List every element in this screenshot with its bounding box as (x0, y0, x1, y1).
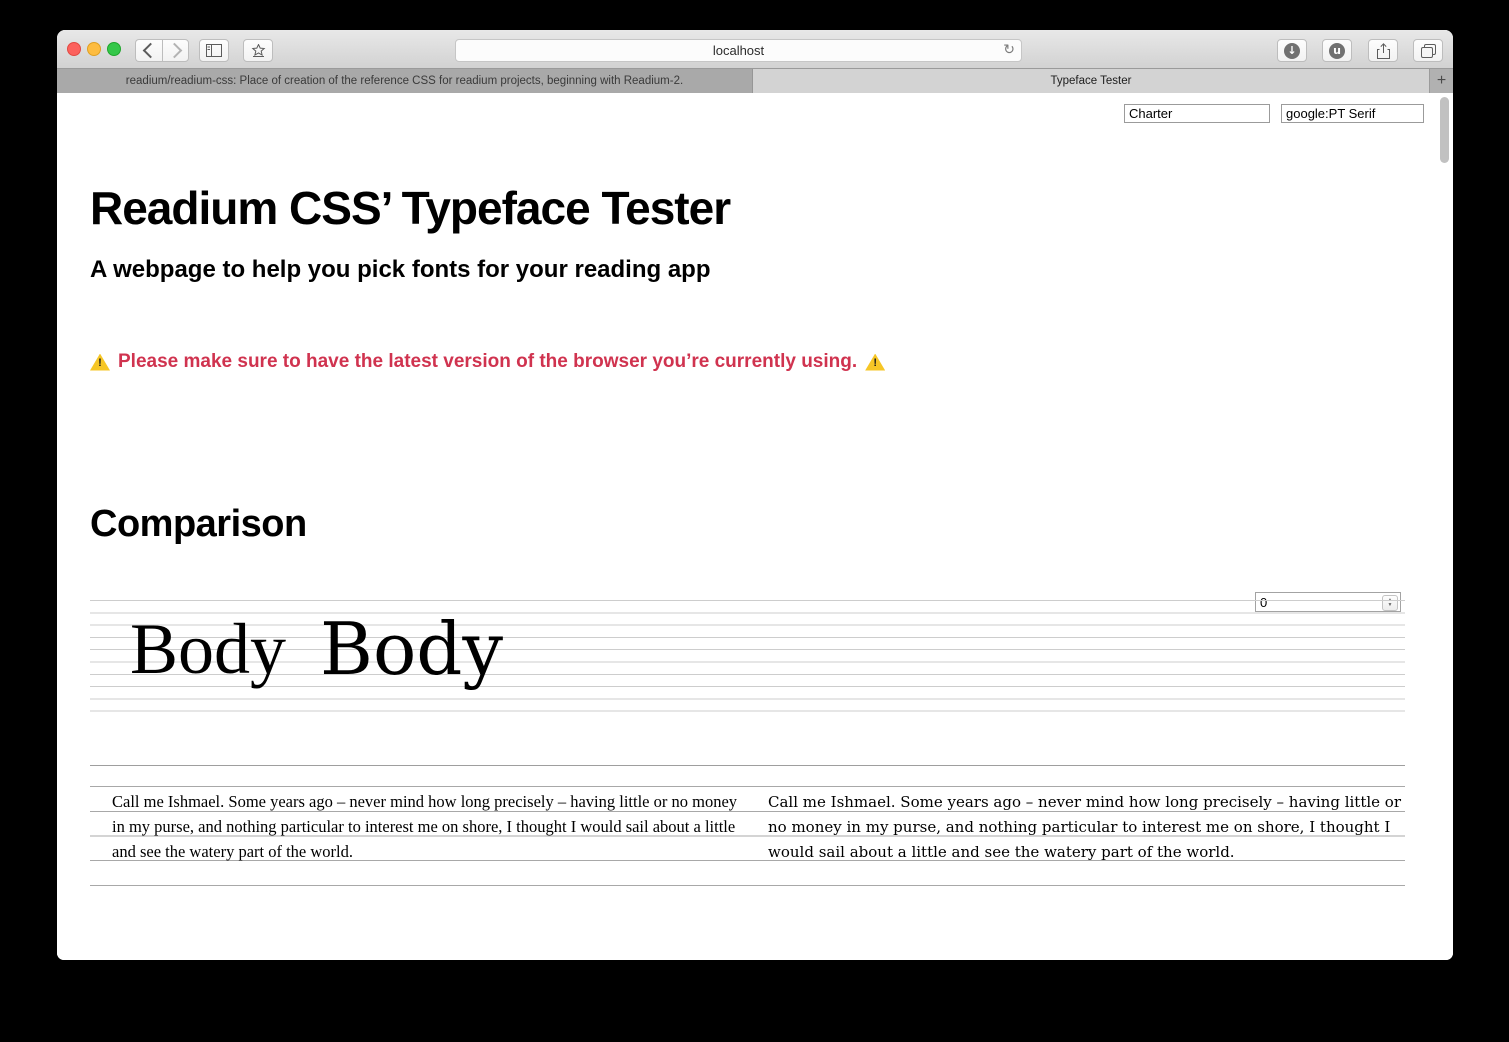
sample-paragraph-right: Call me Ishmael. Some years ago – never … (768, 793, 1401, 861)
address-bar[interactable]: localhost ↻ (455, 39, 1022, 62)
scrollbar-thumb[interactable] (1440, 97, 1449, 163)
url-text: localhost (712, 43, 765, 58)
share-icon (1376, 42, 1390, 59)
tab-readium-css[interactable]: readium/readium-css: Place of creation o… (57, 69, 753, 93)
top-sites-button[interactable] (243, 39, 273, 62)
warning-triangle-icon (90, 353, 110, 371)
font-input-left[interactable] (1124, 104, 1270, 123)
browser-window: localhost ↻ ↓ u readium/readium-css: Pla… (57, 30, 1453, 960)
download-circle-icon: ↓ (1284, 42, 1300, 59)
browser-warning: Please make sure to have the latest vers… (90, 351, 886, 373)
page-title: Readium CSS’ Typeface Tester (90, 182, 731, 234)
forward-button[interactable] (162, 39, 189, 62)
warning-text: Please make sure to have the latest vers… (118, 351, 858, 372)
tab-label: Typeface Tester (1050, 75, 1132, 87)
page-subtitle: A webpage to help you pick fonts for you… (90, 256, 711, 283)
comparison-heading: Comparison (90, 503, 307, 545)
tab-overview-button[interactable] (1413, 39, 1443, 62)
specimen-right: Body (320, 607, 504, 691)
page-content: Readium CSS’ Typeface Tester A webpage t… (57, 93, 1453, 960)
font-input-right[interactable] (1281, 104, 1424, 123)
back-icon (142, 42, 159, 59)
downloads-button[interactable]: ↓ (1277, 39, 1307, 62)
plus-icon: + (1436, 72, 1447, 89)
close-button[interactable] (67, 42, 81, 56)
reload-icon[interactable]: ↻ (1003, 42, 1015, 58)
tab-label: readium/readium-css: Place of creation o… (125, 75, 684, 87)
tab-overview-icon (1420, 43, 1436, 58)
back-button[interactable] (135, 39, 162, 62)
tab-bar: readium/readium-css: Place of creation o… (57, 68, 1453, 93)
new-tab-button[interactable]: + (1429, 69, 1453, 93)
sample-paragraph-left: Call me Ishmael. Some years ago – never … (112, 792, 738, 861)
divider-line (90, 765, 1405, 766)
ublock-icon: u (1329, 42, 1345, 59)
zoom-button[interactable] (107, 42, 121, 56)
sidebar-button[interactable] (199, 39, 229, 62)
nav-buttons (135, 39, 189, 62)
title-bar: localhost ↻ ↓ u (57, 30, 1453, 69)
sidebar-icon (206, 44, 222, 57)
font-specimen: Body Body (130, 613, 503, 685)
minimize-button[interactable] (87, 42, 101, 56)
extension-button[interactable]: u (1322, 39, 1352, 62)
specimen-left: Body (130, 609, 287, 689)
forward-icon (166, 42, 182, 59)
top-sites-star-icon (251, 44, 265, 57)
share-button[interactable] (1368, 39, 1398, 62)
tab-typeface-tester[interactable]: Typeface Tester (753, 69, 1429, 93)
warning-triangle-icon (865, 353, 886, 371)
